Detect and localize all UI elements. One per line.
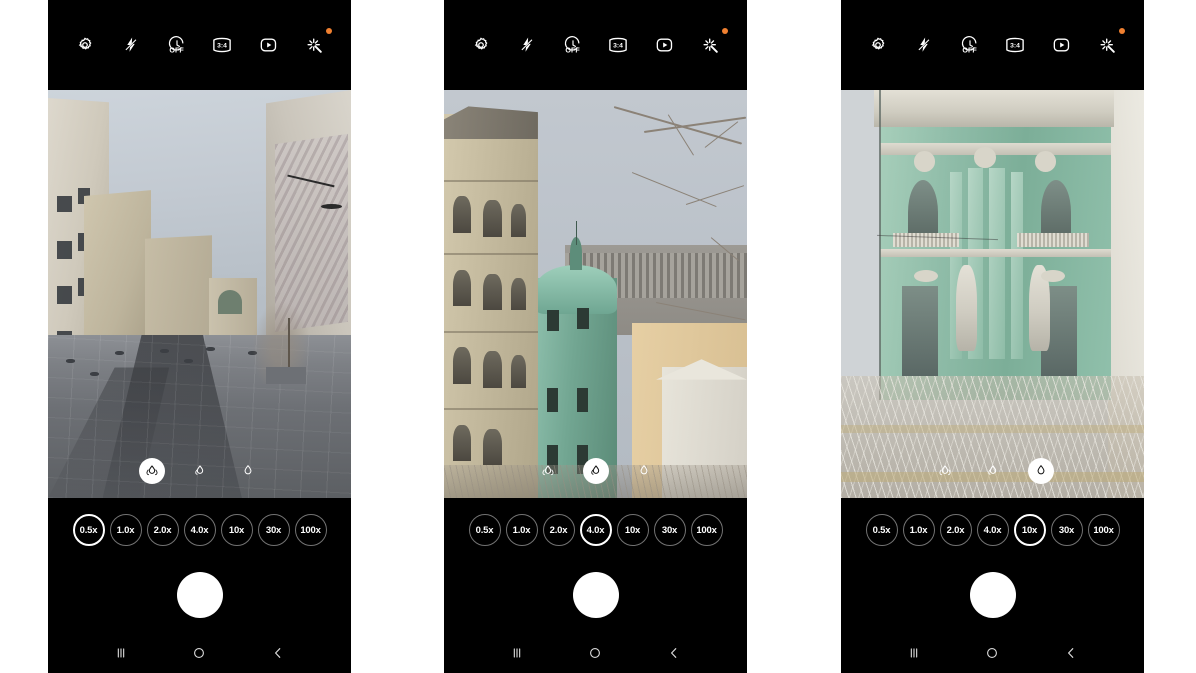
zoom-chip-3[interactable]: 4.0x — [183, 514, 216, 546]
wide-lens-icon[interactable] — [980, 458, 1006, 484]
scene-ultra-wide-plaza — [48, 90, 351, 498]
zoom-chip-3[interactable]: 4.0x — [976, 514, 1009, 546]
tele-lens-icon[interactable] — [235, 458, 261, 484]
tele-lens-icon[interactable] — [1027, 458, 1054, 484]
zoom-chip-5[interactable]: 30x — [257, 514, 290, 546]
zoom-chip-6[interactable]: 100x — [294, 514, 327, 546]
timer-icon[interactable]: OFF — [955, 30, 985, 60]
camera-toolbar: OFF 3:4 — [48, 0, 351, 90]
filters-effects-icon[interactable] — [1092, 28, 1126, 60]
svg-text:3:4: 3:4 — [1011, 43, 1021, 50]
viewfinder-preview[interactable] — [48, 90, 351, 498]
viewfinder-preview[interactable] — [841, 90, 1144, 498]
shutter-area — [444, 555, 747, 635]
zoom-chip-0[interactable]: 0.5x — [468, 514, 501, 546]
back-icon[interactable] — [265, 640, 291, 666]
zoom-chip-2[interactable]: 2.0x — [146, 514, 179, 546]
phone-screenshot-3: OFF 3:4 0.5x 1.0x 2.0x 4.0x 10x 30x 100x — [841, 0, 1144, 673]
zoom-chip-0[interactable]: 0.5x — [72, 514, 105, 546]
phone-screenshot-2: OFF 3:4 0.5x 1.0x 2.0x 4.0x 10x 30x 100x — [444, 0, 747, 673]
zoom-chip-3[interactable]: 4.0x — [579, 514, 612, 546]
svg-text:3:4: 3:4 — [218, 43, 228, 50]
aspect-ratio-icon[interactable]: 3:4 — [1000, 30, 1030, 60]
lens-selector — [48, 458, 351, 484]
zoom-chip-row: 0.5x 1.0x 2.0x 4.0x 10x 30x 100x — [444, 510, 747, 550]
wide-lens-icon[interactable] — [582, 458, 609, 484]
zoom-chip-1[interactable]: 1.0x — [505, 514, 538, 546]
shutter-button[interactable] — [176, 572, 223, 618]
zoom-chip-6[interactable]: 100x — [690, 514, 723, 546]
recents-icon[interactable] — [504, 640, 530, 666]
settings-gear-icon[interactable] — [466, 30, 496, 60]
zoom-chip-row: 0.5x 1.0x 2.0x 4.0x 10x 30x 100x — [841, 510, 1144, 550]
shutter-area — [841, 555, 1144, 635]
aspect-ratio-icon[interactable]: 3:4 — [603, 30, 633, 60]
aspect-ratio-icon[interactable]: 3:4 — [207, 30, 237, 60]
zoom-chip-2[interactable]: 2.0x — [939, 514, 972, 546]
scene-caryatid-detail — [841, 90, 1144, 498]
phone-screenshot-1: OFF 3:4 0.5x 1.0x 2.0x 4.0x 10x 30x 100x — [48, 0, 351, 673]
zoom-chip-row: 0.5x 1.0x 2.0x 4.0x 10x 30x 100x — [48, 510, 351, 550]
lens-selector — [444, 458, 747, 484]
zoom-chip-4[interactable]: 10x — [220, 514, 253, 546]
ultrawide-lens-icon[interactable] — [535, 458, 561, 484]
new-feature-badge — [1119, 28, 1126, 34]
flash-off-icon[interactable] — [512, 30, 542, 60]
zoom-chip-4[interactable]: 10x — [1013, 514, 1046, 546]
shutter-area — [48, 555, 351, 635]
settings-gear-icon[interactable] — [70, 30, 100, 60]
shutter-button[interactable] — [969, 572, 1016, 618]
zoom-chip-5[interactable]: 30x — [653, 514, 686, 546]
android-navigation-bar — [48, 633, 351, 673]
wide-lens-icon[interactable] — [187, 458, 213, 484]
zoom-chip-1[interactable]: 1.0x — [109, 514, 142, 546]
ultrawide-lens-icon[interactable] — [138, 458, 165, 484]
camera-toolbar: OFF 3:4 — [841, 0, 1144, 90]
camera-toolbar: OFF 3:4 — [444, 0, 747, 90]
flash-off-icon[interactable] — [909, 30, 939, 60]
ultrawide-lens-icon[interactable] — [932, 458, 958, 484]
shutter-button[interactable] — [572, 572, 619, 618]
back-icon[interactable] — [661, 640, 687, 666]
new-feature-badge — [722, 28, 729, 34]
new-feature-badge — [326, 28, 333, 34]
lens-selector — [841, 458, 1144, 484]
screenshot-stage: OFF 3:4 0.5x 1.0x 2.0x 4.0x 10x 30x 100x… — [0, 0, 1196, 673]
zoom-chip-4[interactable]: 10x — [616, 514, 649, 546]
svg-text:3:4: 3:4 — [614, 43, 624, 50]
motion-photo-icon[interactable] — [1046, 30, 1076, 60]
motion-photo-icon[interactable] — [253, 30, 283, 60]
home-icon[interactable] — [186, 640, 212, 666]
viewfinder-preview[interactable] — [444, 90, 747, 498]
timer-icon[interactable]: OFF — [162, 30, 192, 60]
timer-icon[interactable]: OFF — [558, 30, 588, 60]
android-navigation-bar — [841, 633, 1144, 673]
svg-text:OFF: OFF — [565, 47, 580, 55]
filters-effects-icon[interactable] — [695, 28, 729, 60]
flash-off-icon[interactable] — [116, 30, 146, 60]
zoom-chip-2[interactable]: 2.0x — [542, 514, 575, 546]
android-navigation-bar — [444, 633, 747, 673]
zoom-chip-5[interactable]: 30x — [1050, 514, 1083, 546]
tele-lens-icon[interactable] — [631, 458, 657, 484]
home-icon[interactable] — [582, 640, 608, 666]
back-icon[interactable] — [1058, 640, 1084, 666]
recents-icon[interactable] — [108, 640, 134, 666]
motion-photo-icon[interactable] — [649, 30, 679, 60]
zoom-chip-1[interactable]: 1.0x — [902, 514, 935, 546]
home-icon[interactable] — [979, 640, 1005, 666]
svg-text:OFF: OFF — [962, 47, 977, 55]
zoom-chip-0[interactable]: 0.5x — [865, 514, 898, 546]
filters-effects-icon[interactable] — [299, 28, 333, 60]
scene-art-nouveau-dome — [444, 90, 747, 498]
zoom-chip-6[interactable]: 100x — [1087, 514, 1120, 546]
recents-icon[interactable] — [901, 640, 927, 666]
svg-text:OFF: OFF — [169, 47, 184, 55]
settings-gear-icon[interactable] — [863, 30, 893, 60]
